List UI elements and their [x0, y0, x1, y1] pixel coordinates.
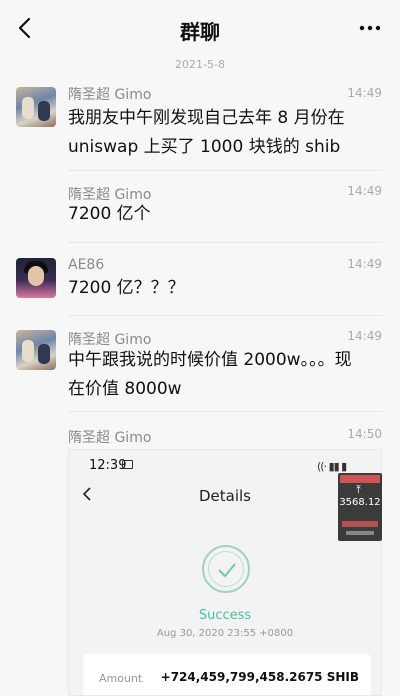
page-title: 群聊 [180, 20, 220, 44]
sender-name: 隋圣超 Gimo [68, 430, 152, 446]
screenshot-image[interactable]: 12:39 ((· ▮▮ ▮ Details Success Aug 30, 2… [68, 449, 382, 696]
message-time: 14:49 [347, 184, 382, 198]
message-time: 14:49 [347, 329, 382, 343]
message-text[interactable]: 我朋友中午刚发现自己去年 8 月份在 uniswap 上买了 1000 块钱的 … [68, 104, 368, 162]
message-line: 中午跟我说的时候价值 2000w。。。现 [68, 350, 352, 370]
message-text[interactable]: 7200 亿？？？ [68, 274, 368, 303]
message-line: 我朋友中午刚发现自己去年 8 月份在 [68, 108, 345, 128]
avatar[interactable] [16, 87, 56, 127]
more-options-icon[interactable] [358, 18, 382, 38]
expand-icon: ⤒ [356, 483, 361, 496]
amount-value: +724,459,799,458.2675 SHIB [160, 670, 359, 684]
avatar[interactable] [16, 258, 56, 298]
signal-icon: ((· ▮▮ ▮ [317, 460, 347, 473]
floating-price-widget[interactable]: ⤒ 3568.12 [338, 473, 382, 541]
transaction-date: Aug 30, 2020 23:55 +0800 [156, 628, 294, 639]
sender-name: AE86 [68, 257, 105, 273]
message-line: 在价值 8000w [68, 379, 182, 399]
sender-name: 隋圣超 Gimo [68, 87, 152, 103]
avatar[interactable] [16, 330, 56, 370]
message-line: uniswap 上买了 1000 块钱的 shib [68, 137, 341, 157]
price-value: 3568.12 [339, 497, 381, 508]
success-label: Success [198, 608, 252, 623]
success-check-icon [202, 545, 250, 593]
date-divider: 2021-5-8 [175, 58, 225, 71]
message-line: 7200 亿个 [68, 204, 151, 224]
message-time: 14:49 [347, 257, 382, 271]
message-time: 14:49 [347, 86, 382, 100]
message-divider [68, 315, 382, 316]
image-icon [122, 460, 133, 469]
message-time: 14:50 [347, 427, 382, 441]
message-divider [68, 170, 382, 171]
details-title: Details [198, 487, 251, 505]
status-bar-time: 12:39 [89, 458, 127, 473]
message-divider [68, 411, 382, 412]
message-line: 7200 亿？？？ [68, 278, 185, 298]
nav-bar: 群聊 [0, 0, 400, 56]
message-text[interactable]: 中午跟我说的时候价值 2000w。。。现 在价值 8000w [68, 346, 368, 404]
message-text[interactable]: 7200 亿个 [68, 200, 368, 229]
message-divider [68, 242, 382, 243]
amount-row: Amount +724,459,799,458.2675 SHIB [83, 654, 371, 695]
amount-label: Amount [99, 672, 143, 685]
